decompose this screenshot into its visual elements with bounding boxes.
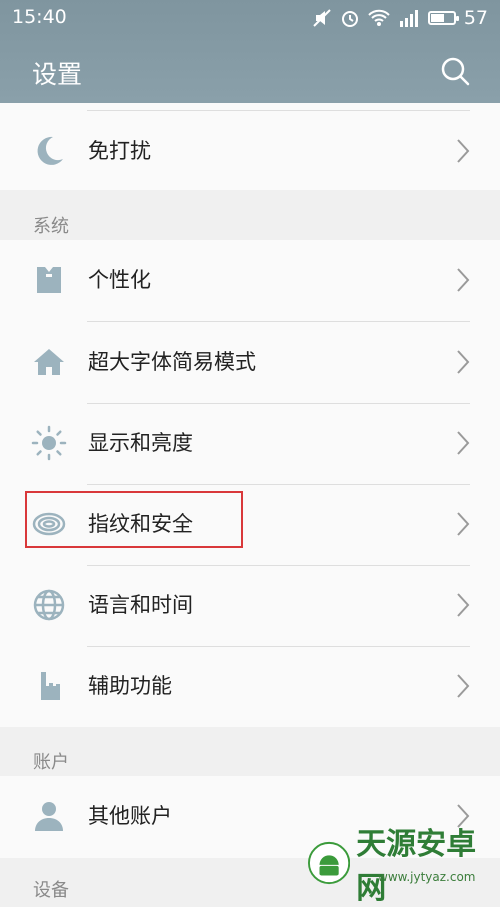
- status-bar: 15:40 57: [0, 0, 500, 36]
- moon-icon: [37, 136, 63, 165]
- app-header: 15:40 57 设置: [0, 0, 500, 103]
- section-account: 账户: [33, 752, 69, 773]
- page-title: 设置: [32, 60, 83, 89]
- row-personalize[interactable]: 个性化: [0, 240, 500, 320]
- chevron-right-icon: [457, 674, 470, 698]
- card-top: 免打扰: [0, 103, 500, 190]
- battery-level: 57: [463, 7, 488, 29]
- row-label: 显示和亮度: [88, 431, 193, 455]
- chevron-right-icon: [457, 431, 470, 455]
- home-icon: [34, 349, 64, 375]
- watermark-url: www.jytyaz.com: [378, 870, 476, 884]
- mute-icon: [313, 9, 331, 27]
- chevron-right-icon: [457, 139, 470, 163]
- chevron-right-icon: [457, 350, 470, 374]
- wifi-icon: [368, 9, 390, 26]
- person-icon: [35, 802, 63, 831]
- watermark-name: 天源安卓网: [356, 826, 477, 906]
- row-label: 超大字体简易模式: [88, 350, 256, 374]
- row-label: 免打扰: [88, 139, 151, 163]
- chevron-right-icon: [457, 593, 470, 617]
- row-do-not-disturb[interactable]: 免打扰: [0, 111, 500, 191]
- sun-icon: [31, 425, 67, 461]
- section-device: 设备: [33, 880, 69, 901]
- signal-icon: [399, 10, 418, 27]
- status-time: 15:40: [12, 6, 67, 28]
- row-label: 其他账户: [88, 804, 172, 828]
- card-system: 个性化 超大字体简易模式 显示和亮度 指纹和安全 语言和时间 辅助功能: [0, 240, 500, 727]
- row-label: 个性化: [88, 268, 151, 292]
- row-label: 辅助功能: [88, 674, 172, 698]
- row-accessibility[interactable]: 辅助功能: [0, 646, 500, 726]
- chevron-right-icon: [457, 512, 470, 536]
- android-logo-icon: [308, 841, 351, 884]
- section-system: 系统: [33, 216, 69, 237]
- globe-icon: [33, 589, 65, 621]
- row-display-brightness[interactable]: 显示和亮度: [0, 403, 500, 483]
- hand-pointer-icon: [41, 672, 60, 700]
- chevron-right-icon: [457, 268, 470, 292]
- alarm-icon: [341, 11, 358, 27]
- shirt-icon: [37, 267, 61, 293]
- watermark: 天源安卓网 www.jytyaz.com: [308, 827, 500, 906]
- search-icon[interactable]: [440, 56, 470, 86]
- status-icons: 57: [312, 7, 488, 29]
- row-language-time[interactable]: 语言和时间: [0, 565, 500, 645]
- row-large-font-mode[interactable]: 超大字体简易模式: [0, 322, 500, 402]
- highlight-box: [25, 491, 243, 548]
- battery-icon: [427, 11, 459, 25]
- row-label: 语言和时间: [88, 593, 193, 617]
